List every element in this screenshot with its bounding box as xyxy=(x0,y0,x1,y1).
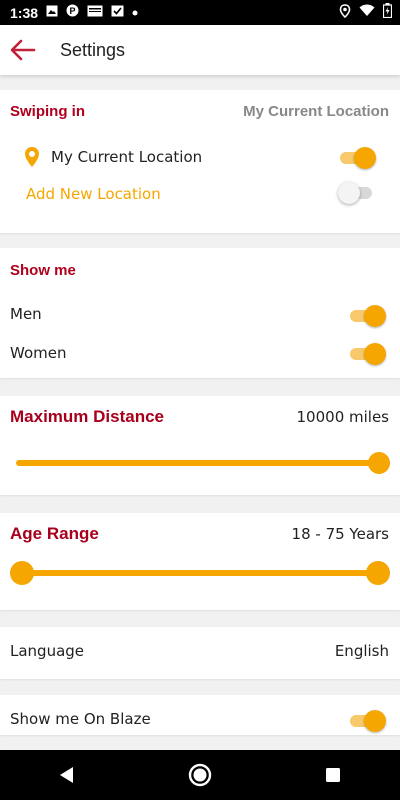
current-location-label: My Current Location xyxy=(51,148,203,166)
max-distance-card: Maximum Distance 10000 miles xyxy=(0,396,400,495)
slider-track xyxy=(10,570,390,576)
women-label: Women xyxy=(10,344,67,362)
show-on-blaze-toggle[interactable] xyxy=(348,709,386,733)
nav-home-button[interactable] xyxy=(180,755,220,795)
slider-track xyxy=(16,460,390,466)
show-me-title: Show me xyxy=(10,262,76,279)
status-time: 1:38 xyxy=(10,4,39,21)
age-range-title: Age Range xyxy=(10,524,99,543)
add-location-toggle[interactable] xyxy=(338,181,376,205)
calendar-icon xyxy=(111,4,124,21)
svg-text:P: P xyxy=(70,6,76,16)
max-distance-title: Maximum Distance xyxy=(10,407,164,426)
swiping-current-value: My Current Location xyxy=(243,103,389,120)
show-on-blaze-card: Show me On Blaze xyxy=(0,695,400,735)
image-icon xyxy=(46,5,58,21)
women-toggle[interactable] xyxy=(348,342,386,366)
recents-square-icon xyxy=(326,768,341,782)
back-triangle-icon xyxy=(59,767,73,783)
slider-thumb[interactable] xyxy=(368,452,390,474)
age-range-slider[interactable] xyxy=(10,561,390,585)
men-toggle[interactable] xyxy=(348,304,386,328)
max-distance-value: 10000 miles xyxy=(296,408,389,426)
nav-back-button[interactable] xyxy=(47,755,87,795)
language-label: Language xyxy=(10,642,85,660)
age-max-thumb[interactable] xyxy=(366,561,390,585)
age-range-card: Age Range 18 - 75 Years xyxy=(0,513,400,610)
show-on-blaze-label: Show me On Blaze xyxy=(10,710,151,728)
home-circle-icon xyxy=(188,763,212,787)
show-me-card: Show me Men Women xyxy=(0,248,400,378)
add-new-location-link[interactable]: Add New Location xyxy=(26,185,161,203)
location-pin-icon xyxy=(24,146,40,172)
location-icon xyxy=(339,3,351,22)
language-value: English xyxy=(334,642,389,660)
system-nav-bar xyxy=(0,750,400,800)
age-range-value: 18 - 75 Years xyxy=(291,525,389,543)
max-distance-slider[interactable] xyxy=(16,451,390,475)
arrow-back-icon xyxy=(10,39,36,61)
age-min-thumb[interactable] xyxy=(10,561,34,585)
back-button[interactable] xyxy=(10,37,36,63)
swiping-title: Swiping in xyxy=(10,103,85,120)
battery-icon xyxy=(382,3,393,22)
page-title: Settings xyxy=(60,39,126,60)
men-label: Men xyxy=(10,305,42,323)
app-bar: Settings xyxy=(0,25,400,75)
swiping-card: Swiping in My Current Location My Curren… xyxy=(0,90,400,233)
news-icon xyxy=(87,5,103,21)
status-bar: 1:38 P xyxy=(0,0,400,25)
current-location-toggle[interactable] xyxy=(338,146,376,170)
language-row[interactable]: Language English xyxy=(0,627,400,679)
pinterest-icon: P xyxy=(66,4,79,21)
wifi-icon xyxy=(359,4,375,21)
nav-recents-button[interactable] xyxy=(313,755,353,795)
dot-icon xyxy=(132,5,138,20)
